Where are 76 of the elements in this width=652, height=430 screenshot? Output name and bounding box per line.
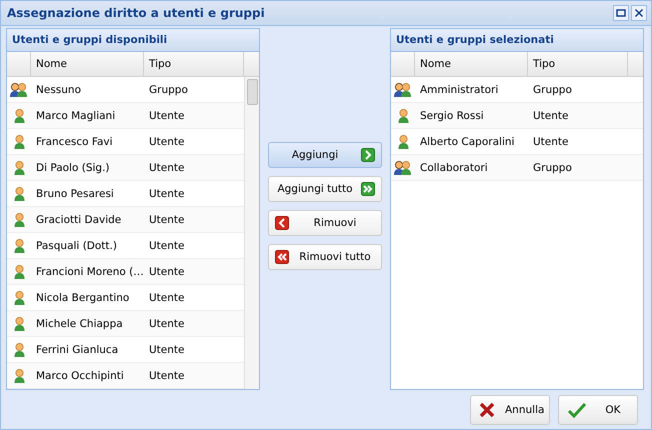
user-icon	[14, 186, 24, 201]
remove-all-button[interactable]: Rimuovi tutto	[268, 244, 382, 270]
maximize-icon[interactable]	[613, 5, 629, 21]
name-cell-text: Di Paolo (Sig.)	[35, 162, 111, 174]
list-row[interactable]: Marco Occhipinti Utente	[7, 363, 244, 389]
type-cell-text: Utente	[148, 162, 186, 174]
window-title: Assegnazione diritto a utenti e gruppi	[7, 6, 266, 20]
scrollbar[interactable]	[244, 77, 259, 389]
type-cell-text: Utente	[148, 136, 186, 148]
panel-title: Utenti e gruppi disponibili	[7, 29, 259, 52]
list-row[interactable]: Graciotti Davide Utente	[7, 207, 244, 233]
user-icon	[14, 212, 24, 227]
type-cell-text: Gruppo	[148, 84, 189, 96]
add-all-button[interactable]: Aggiungi tutto	[268, 176, 382, 202]
name-cell-text: Francioni Moreno (…	[35, 266, 144, 278]
user-icon	[14, 368, 24, 383]
user-icon	[14, 290, 24, 305]
column-header[interactable]: Tipo	[144, 52, 244, 76]
column-header[interactable]: Nome	[31, 52, 144, 76]
user-icon	[14, 342, 24, 357]
name-cell-text: Marco Magliani	[35, 110, 116, 122]
user-icon	[14, 108, 24, 123]
arrow-icon	[275, 250, 289, 264]
type-cell-text: Utente	[148, 370, 186, 382]
name-cell-text: Ferrini Gianluca	[35, 344, 120, 356]
name-cell-text: Graciotti Davide	[35, 214, 122, 226]
type-cell-text: Utente	[148, 292, 186, 304]
add-button[interactable]: Aggiungi	[268, 142, 382, 168]
list-row[interactable]: Collaboratori Gruppo	[391, 155, 643, 181]
type-cell-text: Utente	[148, 318, 186, 330]
name-cell-text: Nessuno	[35, 84, 82, 96]
type-cell-text: Gruppo	[532, 162, 573, 174]
user-icon	[14, 160, 24, 175]
user-icon	[14, 316, 24, 331]
cancel-button[interactable]: Annulla	[470, 395, 550, 425]
user-icon	[14, 134, 24, 149]
name-cell-text: Amministratori	[419, 84, 500, 96]
list-row[interactable]: Sergio Rossi Utente	[391, 103, 643, 129]
type-cell-text: Utente	[148, 110, 186, 122]
list-row[interactable]: Di Paolo (Sig.) Utente	[7, 155, 244, 181]
type-cell-text: Utente	[148, 188, 186, 200]
type-cell-text: Utente	[532, 110, 570, 122]
name-cell-text: Sergio Rossi	[419, 110, 485, 122]
name-cell-text: Francesco Favi	[35, 136, 114, 148]
user-icon	[14, 264, 24, 279]
group-icon	[10, 82, 28, 97]
list-row[interactable]: Francioni Moreno (… Utente	[7, 259, 244, 285]
name-cell-text: Alberto Caporalini	[419, 136, 516, 148]
name-cell-text: Michele Chiappa	[35, 318, 124, 330]
check-icon	[567, 402, 587, 418]
group-icon	[394, 82, 412, 97]
type-cell-text: Utente	[148, 344, 186, 356]
type-cell-text: Utente	[148, 266, 186, 278]
remove-button[interactable]: Rimuovi	[268, 210, 382, 236]
user-icon	[14, 238, 24, 253]
user-icon	[398, 108, 408, 123]
name-cell-text: Bruno Pesaresi	[35, 188, 115, 200]
arrow-icon	[361, 182, 375, 196]
panel-title: Utenti e gruppi selezionati	[391, 29, 643, 52]
type-cell-text: Utente	[148, 214, 186, 226]
column-header[interactable]: Nome	[415, 52, 528, 76]
type-cell-text: Utente	[148, 240, 186, 252]
name-cell-text: Collaboratori	[419, 162, 489, 174]
name-cell-text: Marco Occhipinti	[35, 370, 125, 382]
list-row[interactable]: Michele Chiappa Utente	[7, 311, 244, 337]
close-icon	[479, 402, 495, 418]
name-cell-text: Pasquali (Dott.)	[35, 240, 118, 252]
column-header[interactable]: Tipo	[528, 52, 628, 76]
type-cell-text: Gruppo	[532, 84, 573, 96]
list-row[interactable]: Marco Magliani Utente	[7, 103, 244, 129]
ok-button[interactable]: OK	[558, 395, 638, 425]
group-icon	[394, 160, 412, 175]
name-cell-text: Nicola Bergantino	[35, 292, 130, 304]
user-icon	[398, 134, 408, 149]
close-icon[interactable]	[631, 5, 647, 21]
type-cell-text: Utente	[532, 136, 570, 148]
